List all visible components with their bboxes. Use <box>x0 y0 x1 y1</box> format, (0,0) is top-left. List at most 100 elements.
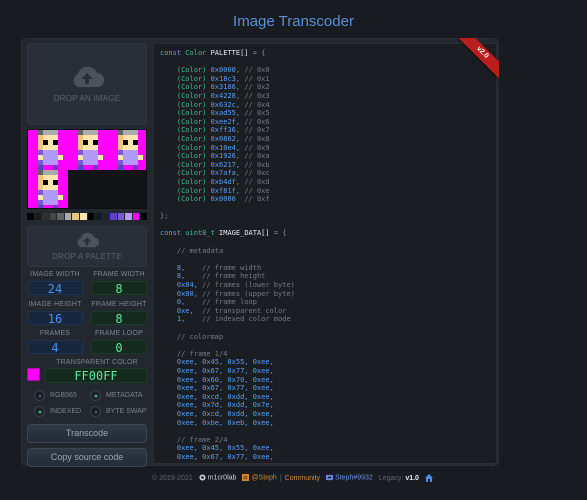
palette-swatch <box>95 213 102 220</box>
sprite-pixel <box>128 150 133 155</box>
sprite-pixel <box>98 140 103 145</box>
sprite-pixel <box>128 155 133 160</box>
sprite-pixel <box>138 130 143 135</box>
sprite-pixel <box>28 135 33 140</box>
sprite-pixel <box>48 180 53 185</box>
frame-height-label: FRAME HEIGHT <box>91 301 147 308</box>
sprite-pixel <box>38 175 43 180</box>
discord-link[interactable]: Steph#9932 <box>326 474 373 482</box>
sprite-pixel <box>33 165 38 170</box>
sprite-pixel <box>118 145 123 150</box>
image-dropzone-label: DROP AN IMAGE <box>53 94 121 103</box>
sprite-pixel <box>88 155 93 160</box>
image-width-field[interactable]: 24 <box>27 281 83 296</box>
sprite-pixel <box>113 150 118 155</box>
metadata-option[interactable]: METADATA <box>90 390 143 401</box>
sprite-pixel <box>68 145 73 150</box>
sprite-pixel <box>38 200 43 205</box>
sprite-pixel <box>103 135 108 140</box>
sprite-pixel <box>118 135 123 140</box>
sprite-pixel <box>133 160 138 165</box>
frames-field[interactable]: 4 <box>27 340 83 355</box>
sprite-pixel <box>128 130 133 135</box>
sprite-pixel <box>53 155 58 160</box>
sprite-pixel <box>88 150 93 155</box>
sprite-pixel <box>113 160 118 165</box>
sprite-pixel <box>53 145 58 150</box>
byte-swap-radio[interactable] <box>90 406 101 417</box>
cloud-upload-icon <box>77 232 99 248</box>
sprite-pixel <box>73 155 78 160</box>
sprite-pixel <box>58 145 63 150</box>
sprite-pixel <box>58 195 63 200</box>
sprite-pixel <box>28 185 33 190</box>
sprite-pixel <box>33 155 38 160</box>
sprite-pixel <box>138 150 143 155</box>
sprite-pixel <box>43 180 48 185</box>
rgb565-radio[interactable] <box>34 390 45 401</box>
github-label: m1cr0lab <box>207 474 237 482</box>
transparent-color-swatch[interactable] <box>27 368 40 381</box>
sprite-pixel <box>108 155 113 160</box>
frames-label: FRAMES <box>39 330 71 337</box>
sprite-pixel <box>33 185 38 190</box>
frame-loop-field[interactable]: 0 <box>91 340 147 355</box>
community-link[interactable]: Community <box>285 475 320 482</box>
transcode-button[interactable]: Transcode <box>27 424 147 443</box>
sprite-pixel <box>93 150 98 155</box>
sprite-pixel <box>118 155 123 160</box>
sprite-pixel <box>33 170 38 175</box>
source-code-view[interactable]: const Color PALETTE[] = { (Color) 0x0000… <box>153 43 497 464</box>
sprite-pixel <box>143 135 146 140</box>
sprite-pixel <box>28 190 33 195</box>
sprite-pixel <box>38 140 43 145</box>
palette-swatch <box>140 213 147 220</box>
sprite-pixel <box>63 195 68 200</box>
image-dropzone[interactable]: DROP AN IMAGE <box>27 43 147 125</box>
sprite-pixel <box>143 130 146 135</box>
sprite-pixel <box>143 150 146 155</box>
sprite-pixel <box>128 140 133 145</box>
sprite-pixel <box>73 130 78 135</box>
sprite-pixel <box>33 145 38 150</box>
github-link[interactable]: m1cr0lab <box>199 474 237 482</box>
sprite-pixel <box>123 160 128 165</box>
sprite-pixel <box>63 200 68 205</box>
forum-link[interactable]: @Steph <box>242 474 277 482</box>
copy-source-button[interactable]: Copy source code <box>27 448 147 467</box>
sprite-pixel <box>133 165 138 170</box>
sprite-pixel <box>88 165 93 170</box>
cloud-upload-icon <box>73 66 104 87</box>
sprite-pixel <box>113 135 118 140</box>
sprite-pixel <box>28 155 33 160</box>
sprite-pixel <box>58 155 63 160</box>
sprite-pixel <box>38 205 43 208</box>
image-height-field[interactable]: 16 <box>27 311 83 326</box>
palette-dropzone[interactable]: DROP A PALETTE <box>27 226 147 267</box>
sprite-pixel <box>138 135 143 140</box>
byte-swap-option[interactable]: BYTE SWAP <box>90 406 147 417</box>
transparent-color-field[interactable]: FF00FF <box>45 368 147 383</box>
sprite-pixel <box>128 135 133 140</box>
sprite-pixel <box>28 150 33 155</box>
frame-width-field[interactable]: 8 <box>91 281 147 296</box>
legacy-version-link[interactable]: v1.0 <box>405 475 419 482</box>
sprite-pixel <box>58 140 63 145</box>
sprite-pixel <box>138 155 143 160</box>
metadata-radio[interactable] <box>90 390 101 401</box>
sprite-pixel <box>63 160 68 165</box>
sprite-pixel <box>58 165 63 170</box>
indexed-radio[interactable] <box>34 406 45 417</box>
indexed-option[interactable]: INDEXED <box>34 406 81 417</box>
sprite-pixel <box>83 145 88 150</box>
home-icon[interactable] <box>424 474 433 482</box>
sprite-pixel <box>48 160 53 165</box>
palette-swatch <box>27 213 34 220</box>
sprite-pixel <box>93 145 98 150</box>
sprite-pixel <box>28 165 33 170</box>
sprite-pixel <box>53 165 58 170</box>
sprite-pixel <box>118 165 123 170</box>
rgb565-option[interactable]: RGB565 <box>34 390 77 401</box>
frame-height-field[interactable]: 8 <box>91 311 147 326</box>
sprite-pixel <box>63 165 68 170</box>
